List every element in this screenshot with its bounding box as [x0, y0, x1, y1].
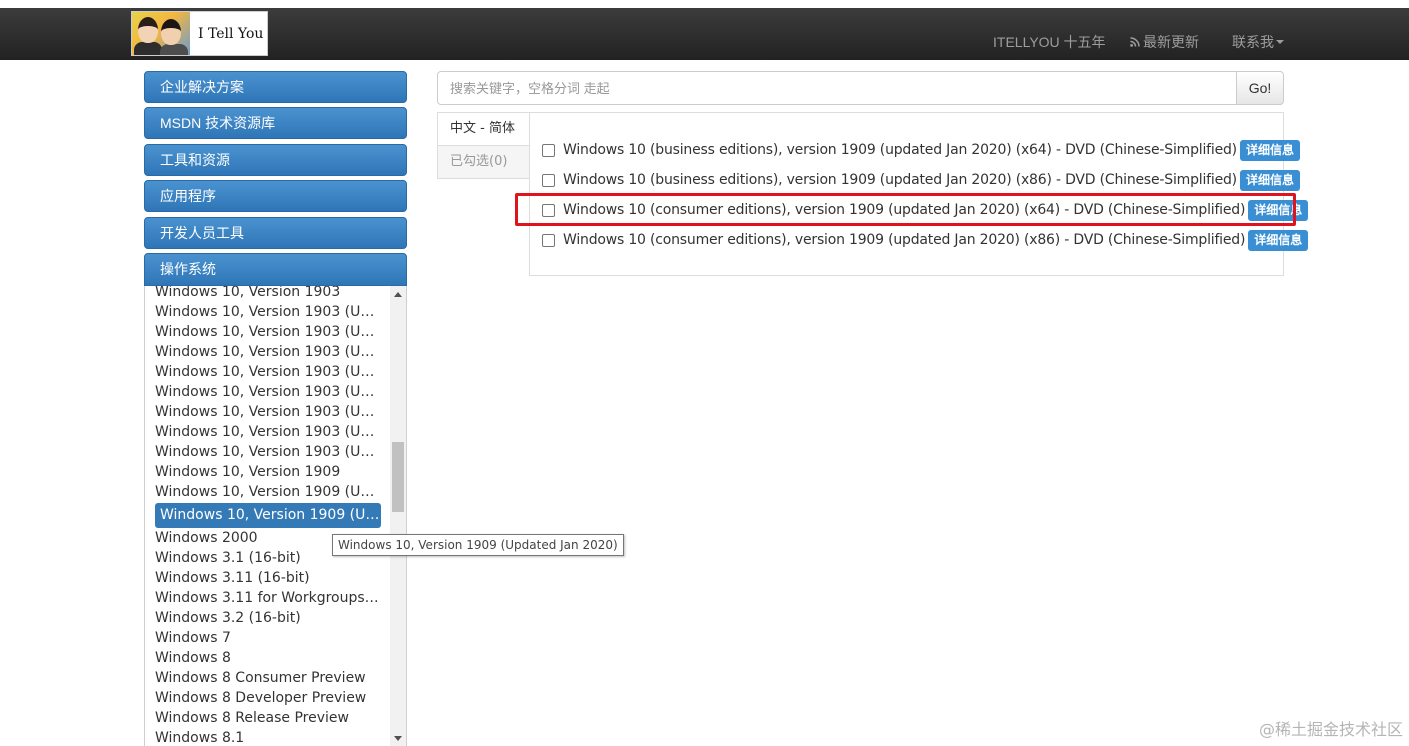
os-list-item[interactable]: Windows 8 Developer Preview	[155, 688, 381, 708]
os-list-item[interactable]: Windows 10, Version 1903	[155, 286, 381, 302]
os-list-item[interactable]: Windows 7	[155, 628, 381, 648]
result-label: Windows 10 (business editions), version …	[563, 142, 1237, 158]
result-row: Windows 10 (business editions), version …	[542, 139, 1300, 161]
highlight-annotation	[515, 193, 1296, 226]
scroll-down-icon[interactable]	[394, 736, 402, 741]
os-list-item[interactable]: Windows 10, Version 1903 (Upd...	[155, 442, 381, 462]
result-checkbox[interactable]	[542, 173, 555, 187]
tab-selected[interactable]: 已勾选(0)	[437, 145, 530, 179]
caret-down-icon	[1276, 40, 1284, 44]
os-list-item[interactable]: Windows 10, Version 1903 (Upd...	[155, 402, 381, 422]
detail-button[interactable]: 详细信息	[1239, 139, 1300, 161]
rss-icon	[1130, 37, 1140, 47]
os-list-item[interactable]: Windows 10, Version 1903 (Upd...	[155, 362, 381, 382]
result-checkbox[interactable]	[542, 143, 555, 157]
os-list-item[interactable]: Windows 3.11 for Workgroups (1...	[155, 588, 381, 608]
nav-latest-updates-link[interactable]: 最新更新	[1143, 32, 1199, 52]
os-list-item[interactable]: Windows 10, Version 1903 (Upd...	[155, 422, 381, 442]
search-go-button[interactable]: Go!	[1236, 71, 1284, 105]
sidebar-item-tools[interactable]: 工具和资源	[144, 144, 407, 176]
site-logo[interactable]: I Tell You	[131, 11, 268, 56]
os-list-scrollbar[interactable]	[390, 286, 406, 746]
top-navbar: I Tell You ITELLYOU 十五年 最新更新 联系我	[0, 0, 1409, 60]
logo-text: I Tell You	[198, 25, 264, 42]
watermark: @稀土掘金技术社区	[1258, 720, 1403, 739]
os-list-item[interactable]: Windows 10, Version 1903 (Upd...	[155, 322, 381, 342]
result-row: Windows 10 (business editions), version …	[542, 169, 1300, 191]
scrollbar-thumb[interactable]	[392, 442, 404, 512]
nav-contact-dropdown[interactable]: 联系我	[1232, 16, 1284, 68]
scroll-up-icon[interactable]	[394, 292, 402, 297]
sidebar-item-enterprise[interactable]: 企业解决方案	[144, 71, 407, 103]
os-list-item[interactable]: Windows 10, Version 1903 (Upd...	[155, 382, 381, 402]
result-label: Windows 10 (consumer editions), version …	[563, 232, 1246, 248]
sidebar-item-operating-systems[interactable]: 操作系统	[144, 253, 407, 286]
search-input[interactable]	[437, 71, 1237, 105]
detail-button[interactable]: 详细信息	[1248, 229, 1309, 251]
tab-chinese-simplified[interactable]: 中文 - 简体	[437, 112, 530, 146]
tooltip: Windows 10, Version 1909 (Updated Jan 20…	[332, 534, 624, 556]
sidebar-item-developer-tools[interactable]: 开发人员工具	[144, 217, 407, 249]
nav-contact-label: 联系我	[1232, 34, 1274, 50]
sidebar-item-applications[interactable]: 应用程序	[144, 180, 407, 212]
os-list-item[interactable]: Windows 8 Consumer Preview	[155, 668, 381, 688]
os-list-item[interactable]: Windows 10, Version 1909 (Upd...	[155, 503, 381, 528]
logo-image	[132, 12, 190, 55]
result-label: Windows 10 (business editions), version …	[563, 172, 1237, 188]
detail-button[interactable]: 详细信息	[1239, 169, 1300, 191]
nav-anniversary-link[interactable]: ITELLYOU 十五年	[993, 32, 1106, 52]
os-list-item[interactable]: Windows 10, Version 1903 (Upd...	[155, 302, 381, 322]
os-list-item[interactable]: Windows 10, Version 1903 (Upd...	[155, 342, 381, 362]
os-list[interactable]: Windows 10, Version 1903 Windows 10, Vers…	[144, 286, 407, 746]
os-list-item[interactable]: Windows 3.2 (16-bit)	[155, 608, 381, 628]
os-list-item[interactable]: Windows 10, Version 1909	[155, 462, 381, 482]
sidebar-item-msdn[interactable]: MSDN 技术资源库	[144, 107, 407, 139]
os-list-item[interactable]: Windows 8 Release Preview	[155, 708, 381, 728]
result-checkbox[interactable]	[542, 233, 555, 247]
os-list-item[interactable]: Windows 8.1	[155, 728, 381, 746]
result-row: Windows 10 (consumer editions), version …	[542, 229, 1309, 251]
os-list-item[interactable]: Windows 3.11 (16-bit)	[155, 568, 381, 588]
os-list-item[interactable]: Windows 10, Version 1909 (Upd...	[155, 482, 381, 502]
os-list-item[interactable]: Windows 8	[155, 648, 381, 668]
